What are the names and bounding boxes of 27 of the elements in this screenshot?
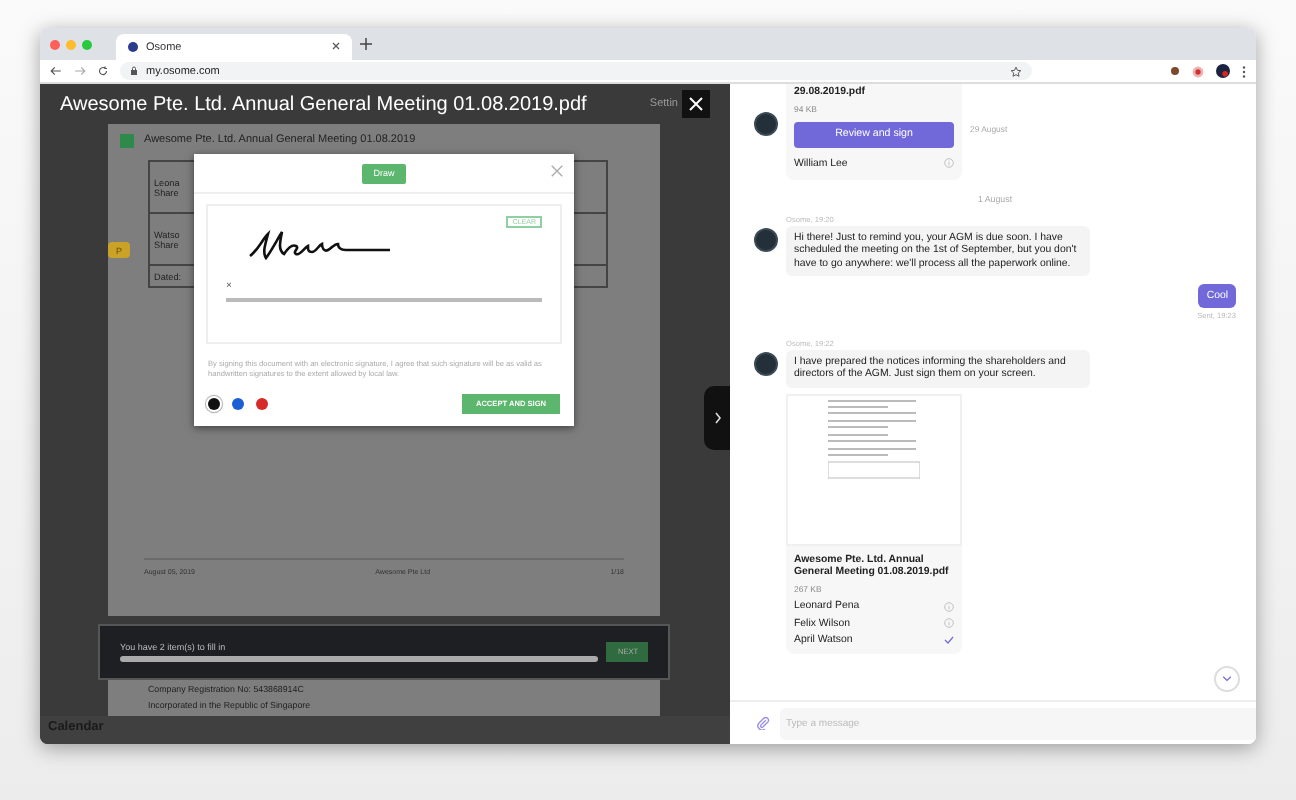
back-arrow-icon[interactable] <box>50 66 62 76</box>
avatar-icon <box>754 228 778 252</box>
site-favicon-icon <box>128 42 138 52</box>
chevron-down-icon <box>1222 676 1232 682</box>
paperclip-icon[interactable] <box>756 716 770 730</box>
pen-color-swatch[interactable] <box>256 398 268 410</box>
close-icon[interactable] <box>332 41 340 49</box>
lock-icon <box>130 66 138 76</box>
chevron-right-icon <box>713 411 721 423</box>
pen-color-swatch[interactable] <box>208 398 220 410</box>
info-icon <box>944 601 954 612</box>
close-icon <box>688 96 704 112</box>
avatar-icon <box>754 352 778 377</box>
info-icon <box>944 158 954 169</box>
profile-avatar-icon[interactable] <box>1216 64 1230 78</box>
close-icon <box>550 164 564 178</box>
document-title: Awesome Pte. Ltd. Annual General Meeting 01.08.2019.pdf <box>60 93 587 115</box>
extension-icon[interactable] <box>1170 66 1180 76</box>
reload-icon[interactable] <box>98 66 108 76</box>
pen-color-swatch[interactable] <box>232 398 244 410</box>
avatar-icon <box>754 112 778 136</box>
star-icon[interactable] <box>1010 65 1022 77</box>
document-icon <box>120 133 134 147</box>
check-icon <box>944 636 954 645</box>
info-icon <box>944 618 954 629</box>
new-tab-icon[interactable] <box>360 38 372 50</box>
close-button[interactable] <box>682 90 710 118</box>
